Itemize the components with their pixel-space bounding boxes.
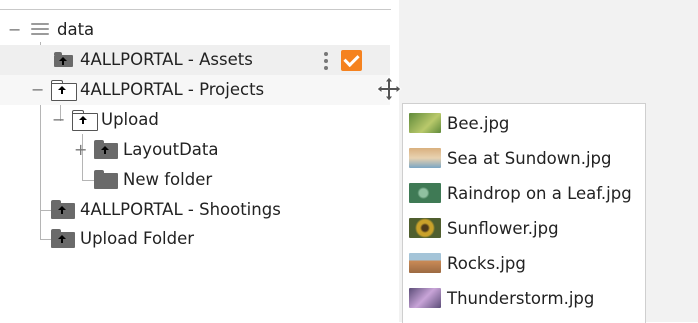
drag-preview-list: Bee.jpg Sea at Sundown.jpg Raindrop on a… <box>402 103 646 323</box>
file-name: Thunderstorm.jpg <box>447 288 595 308</box>
image-thumbnail <box>409 183 441 203</box>
kebab-menu-icon[interactable] <box>324 52 328 70</box>
move-cursor-icon <box>376 76 402 102</box>
drag-file-item: Rocks.jpg <box>409 248 526 278</box>
drag-file-item: Sea at Sundown.jpg <box>409 143 612 173</box>
tree-item-label: Upload <box>101 110 159 129</box>
image-thumbnail <box>409 113 441 133</box>
tree-item-label: 4ALLPORTAL - Projects <box>80 80 265 99</box>
tree-root-data[interactable]: − data <box>0 15 390 45</box>
image-thumbnail <box>409 218 441 238</box>
drag-file-item: Raindrop on a Leaf.jpg <box>409 178 632 208</box>
collapse-icon[interactable]: − <box>8 22 21 38</box>
tree-item-label: 4ALLPORTAL - Assets <box>80 50 253 69</box>
image-thumbnail <box>409 148 441 168</box>
folder-upload-icon <box>72 110 98 131</box>
file-name: Sunflower.jpg <box>447 218 559 238</box>
image-thumbnail <box>409 288 441 308</box>
tree-item-label: LayoutData <box>123 140 219 159</box>
drag-file-item: Sunflower.jpg <box>409 213 559 243</box>
collapse-icon[interactable]: − <box>31 82 44 98</box>
divider <box>0 9 391 10</box>
collapse-icon[interactable]: − <box>52 112 65 128</box>
tree-item-new-folder[interactable]: New folder <box>0 165 390 195</box>
folder-upload-icon <box>94 140 118 159</box>
folder-tree: − data 4ALLPORTAL - Assets − 4ALLPORTAL … <box>0 0 399 322</box>
folder-icon <box>94 170 118 189</box>
folder-upload-icon <box>51 229 75 248</box>
file-name: Sea at Sundown.jpg <box>447 148 612 168</box>
database-icon <box>31 23 49 37</box>
drag-file-item: Thunderstorm.jpg <box>409 283 594 313</box>
drag-file-item: Bee.jpg <box>409 108 509 138</box>
tree-item-label: data <box>57 20 95 39</box>
file-name: Rocks.jpg <box>447 253 526 273</box>
folder-upload-icon <box>51 80 77 101</box>
tree-item-shootings[interactable]: 4ALLPORTAL - Shootings <box>0 195 390 225</box>
tree-item-assets[interactable]: 4ALLPORTAL - Assets <box>0 45 390 75</box>
tree-item-upload-folder[interactable]: Upload Folder <box>0 224 390 254</box>
folder-upload-icon <box>51 200 75 219</box>
image-thumbnail <box>409 253 441 273</box>
tree-item-upload[interactable]: − Upload <box>0 105 390 135</box>
tree-item-layoutdata[interactable]: + LayoutData <box>0 135 390 165</box>
tree-item-projects[interactable]: − 4ALLPORTAL - Projects <box>0 75 390 105</box>
tree-item-label: New folder <box>123 170 213 189</box>
expand-icon[interactable]: + <box>74 142 87 158</box>
file-name: Raindrop on a Leaf.jpg <box>447 183 632 203</box>
tree-item-label: Upload Folder <box>80 229 195 248</box>
folder-upload-icon <box>54 52 73 67</box>
file-name: Bee.jpg <box>447 113 510 133</box>
select-checkbox[interactable] <box>341 50 362 71</box>
tree-item-label: 4ALLPORTAL - Shootings <box>80 200 281 219</box>
